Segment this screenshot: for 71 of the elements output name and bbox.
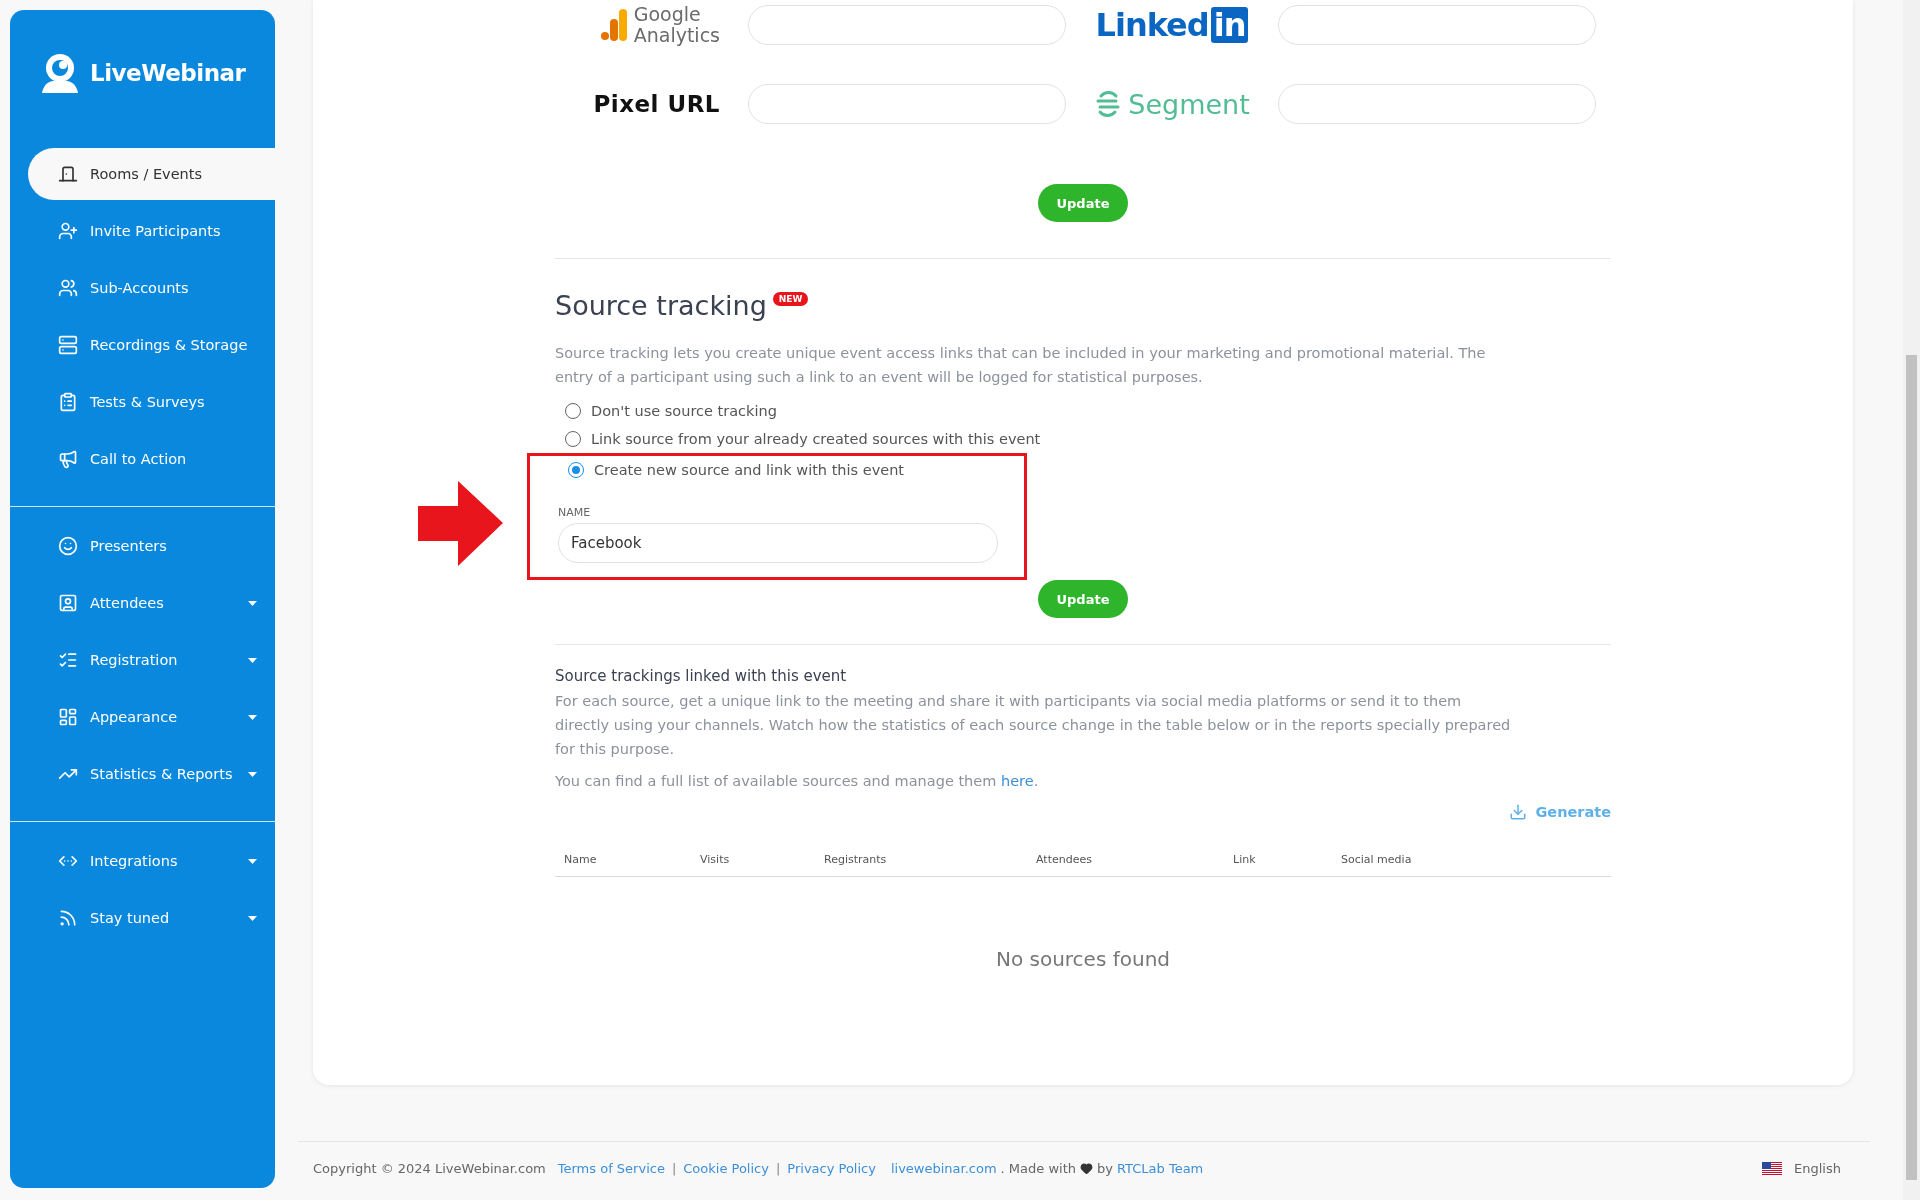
description: Source tracking lets you create unique event access links that can be included in your marketing and promotional material. The entry of a participant using such a link to an event will be logged for statistical purposes. (555, 344, 1487, 387)
field-label: NAME (558, 506, 592, 519)
separator: | (671, 1161, 677, 1176)
input-field[interactable] (748, 84, 1066, 124)
sidebar-item[interactable]: Integrations (10, 835, 275, 887)
rss-icon (58, 908, 78, 928)
sidebar-item[interactable]: Statistics & Reports (10, 748, 275, 800)
empty-message: No sources found (994, 947, 1172, 971)
pixel-url-label: Pixel URL (593, 91, 720, 117)
section-title: Source tracking (555, 290, 767, 321)
logo-text: LiveWebinar (90, 59, 246, 86)
sidebar-item[interactable]: Sub-Accounts (10, 262, 275, 314)
segment-logo: Segment (1128, 88, 1250, 120)
copyright-text: Copyright © 2024 LiveWebinar.com (313, 1161, 546, 1176)
sidebar-item[interactable]: Attendees (10, 577, 275, 629)
sidebar-item[interactable]: Stay tuned (10, 892, 275, 944)
footer-link[interactable]: Terms of Service (557, 1161, 665, 1176)
google-analytics-logo: Google Analytics (633, 4, 720, 46)
layout-icon (58, 707, 78, 727)
update-button[interactable]: Update (1038, 184, 1128, 222)
sidebar-item[interactable]: Invite Participants (10, 205, 275, 257)
sidebar-item[interactable]: Recordings & Storage (10, 319, 275, 371)
input-field[interactable] (1278, 5, 1596, 45)
scrollbar[interactable] (1903, 0, 1920, 1200)
column-header: Social media (1341, 853, 1413, 866)
sidebar-item[interactable]: Rooms / Events (28, 148, 275, 200)
footer-link[interactable]: Privacy Policy (787, 1161, 876, 1176)
column-header: Name (564, 853, 598, 866)
site-link[interactable]: livewebinar.com (890, 1161, 997, 1176)
sidebar-item[interactable]: Appearance (10, 691, 275, 743)
linkedin-logo: Linked in (1095, 6, 1249, 44)
column-header: Link (1233, 853, 1257, 866)
sidebar-item[interactable]: Registration (10, 634, 275, 686)
heart-icon (1080, 1162, 1094, 1175)
column-header: Attendees (1036, 853, 1093, 866)
input-field[interactable] (1278, 84, 1596, 124)
sidebar-item[interactable]: Tests & Surveys (10, 376, 275, 428)
download-icon (1509, 803, 1528, 821)
separator: | (775, 1161, 781, 1176)
megaphone-icon (58, 449, 78, 469)
radio-option[interactable]: Link source from your already created sources with this event (555, 425, 1611, 453)
generate-button[interactable]: Generate (1509, 803, 1611, 821)
made-with-text: livewebinar.com . Made with by RTCLab Team (890, 1161, 1204, 1176)
clipboard-icon (58, 392, 78, 412)
footer-link[interactable]: Cookie Policy (683, 1161, 769, 1176)
new-badge: NEW (772, 292, 809, 306)
radio-option[interactable]: Create new source and link with this event (558, 456, 996, 484)
language-selector[interactable]: English (1794, 1161, 1841, 1176)
team-link[interactable]: RTCLab Team (1117, 1161, 1204, 1176)
update-button[interactable]: Update (1038, 580, 1128, 618)
sidebar-item[interactable]: Presenters (10, 520, 275, 572)
input-field[interactable] (748, 5, 1066, 45)
server-icon (58, 335, 78, 355)
sources-note: You can find a full list of available sources and manage them here. (555, 772, 1040, 791)
users-icon (58, 278, 78, 298)
arrow-icon (418, 481, 503, 566)
user-card-icon (58, 593, 78, 613)
description: For each source, get a unique link to the meeting and share it with participants via social media platforms or send it to them directly using your channels. Watch how the statistics of each source change in the table below or in the reports specially prepared for this purpose. (555, 692, 1512, 759)
column-header: Visits (700, 853, 731, 866)
smile-icon (58, 536, 78, 556)
subsection-title: Source trackings linked with this event (555, 667, 848, 685)
column-header: Registrants (824, 853, 888, 866)
door-icon (58, 164, 78, 184)
user-plus-icon (58, 221, 78, 241)
sidebar-item[interactable]: Call to Action (10, 433, 275, 485)
name-field[interactable]: Facebook (558, 523, 998, 563)
list-icon (58, 650, 78, 670)
here-link[interactable]: here (1000, 773, 1034, 789)
flag-icon (1762, 1161, 1783, 1176)
radio-option[interactable]: Don't use source tracking (555, 397, 1611, 425)
analytics-bars-icon (599, 9, 628, 41)
